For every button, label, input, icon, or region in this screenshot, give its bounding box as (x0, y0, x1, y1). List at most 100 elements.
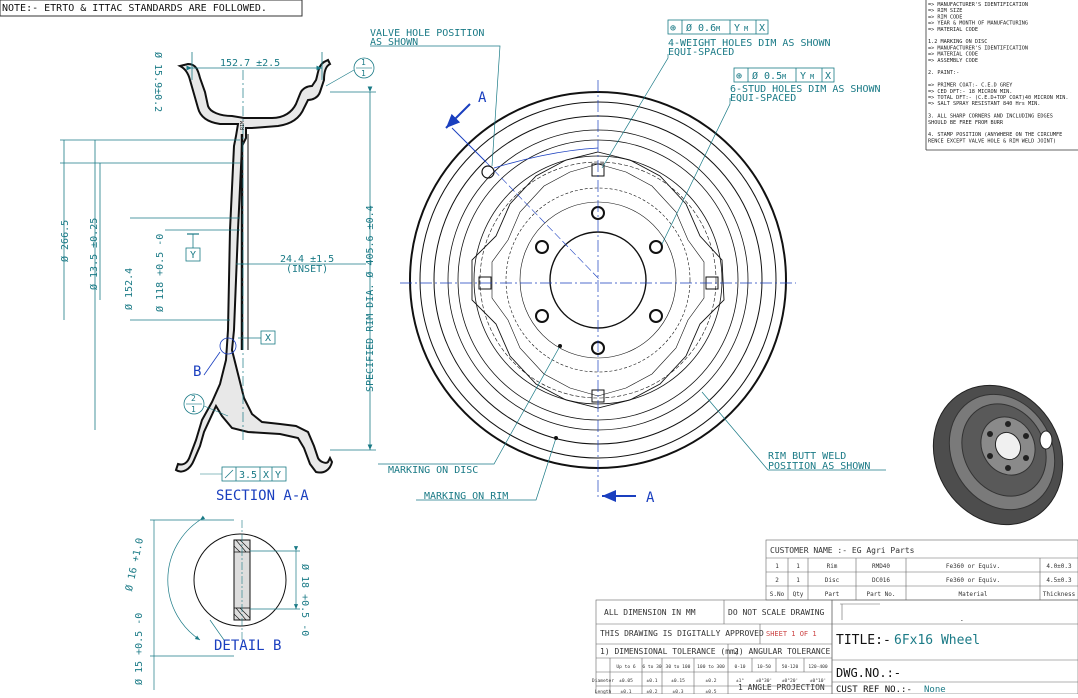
note-box: NOTE:- ETRTO & ITTAC STANDARDS ARE FOLLO… (0, 0, 303, 17)
note-line: => ASSEMBLY CODE (928, 58, 978, 64)
cust-ref-prefix: CUST REF NO.:- (836, 685, 912, 694)
svg-text:Ø 0.5: Ø 0.5 (752, 70, 782, 82)
tol-diameter-cell: ±0.05 (619, 678, 633, 684)
detail-d18: Ø 18 +0.5 -0 (299, 564, 311, 636)
note-line: 3. ALL SHARP CORNERS AND INCLUDING EDGES (928, 114, 1053, 120)
dwg-no: DWG.NO.:- (836, 666, 901, 680)
tol-diameter-cell: ±0.15 (671, 678, 685, 684)
section-label: SECTION A-A (216, 488, 309, 504)
bom-header-cell: Part (825, 591, 840, 598)
weight-holes-line2: EQUI-SPACED (668, 47, 734, 58)
d118-dim: Ø 118 +0.5 -0 (154, 234, 166, 312)
bom-cell: DC016 (872, 577, 890, 584)
note-line: => YEAR & MONTH OF MANUFACTURING (928, 21, 1028, 27)
note-line: => MATERIAL CODE (928, 52, 978, 58)
d13-dim: Ø 13.5 ±0.25 (88, 218, 100, 290)
bom-header-cell: Material (959, 591, 988, 598)
all-dimension: ALL DIMENSION IN MM (604, 608, 696, 617)
note-line: RENCE EXCEPT VALVE HOLE & RIM WELD JOINT… (928, 138, 1056, 144)
bom-cell: 4.0±0.3 (1046, 563, 1072, 570)
svg-text:Y: Y (734, 23, 740, 34)
bom-cell: 1 (775, 563, 779, 570)
tol-length-cell: ±0.2 (646, 689, 657, 694)
tol-diameter-cell: Diameter (592, 678, 614, 684)
tol-length-cell: ±0.3 (672, 689, 683, 694)
valve-hole (481, 165, 495, 179)
projection: 1 ANGLE PROJECTION (738, 683, 825, 692)
tol-length-cell: ±0.1 (620, 689, 631, 694)
svg-text:X: X (265, 333, 271, 344)
stud-holes-line2: EQUI-SPACED (730, 93, 796, 104)
title-dash: - (960, 617, 964, 624)
cust-ref-value: None (924, 685, 946, 694)
bom-header-cell: S.No (770, 591, 785, 598)
tol-header-cell: 100 to 300 (697, 664, 725, 670)
svg-text:X: X (825, 71, 831, 82)
bom-cell: 1 (796, 577, 800, 584)
tol-diameter-cell: ±0.2 (705, 678, 716, 684)
digital-approval: THIS DRAWING IS DIGITALLY APPROVED (600, 629, 764, 638)
front-leaders (370, 45, 886, 501)
svg-text:⊕: ⊕ (736, 71, 742, 82)
svg-text:M: M (782, 73, 786, 81)
tol-header-cell: 10-50 (757, 664, 771, 670)
datum-x: X (238, 330, 276, 345)
note-line: => TOTAL DFT:- (C.E.D+TOP COAT)40 MICRON… (928, 95, 1069, 101)
note-line: 4. STAMP POSITION (ANYWHERE ON THE CIRCU… (928, 132, 1062, 138)
drawing-svg: NOTE:- ETRTO & ITTAC STANDARDS ARE FOLLO… (0, 0, 1078, 695)
bom-cell: Fe360 or Equiv. (946, 563, 1000, 570)
ang-tolerance: 2) ANGULAR TOLERANCE (734, 647, 831, 656)
front-view: A A VALVE HOLE POSITION AS SHOWN ⊕ Ø 0.6 (370, 19, 886, 506)
weight-holes-fcf: ⊕ Ø 0.6 M Y M X (667, 19, 769, 35)
svg-text:X: X (759, 23, 765, 34)
rim-tag: RIM (240, 121, 246, 130)
tol-header-cell: 120-400 (808, 664, 828, 670)
tol-header-cell: 6 to 30 (642, 664, 662, 670)
svg-text:M: M (810, 73, 814, 81)
tol-diameter-cell: ±0.1 (646, 678, 657, 684)
detail-b-label: DETAIL B (214, 638, 281, 654)
rim-dia-dim: SPECIFIED RIM DIA. Ø 405.6 ±0.4 (364, 205, 376, 392)
svg-text:M: M (744, 25, 748, 33)
customer-name: CUSTOMER NAME :- EG Agri Parts (770, 546, 915, 555)
marking-on-disc: MARKING ON DISC (388, 465, 478, 476)
svg-text:1: 1 (361, 69, 366, 78)
note-line: 2. PAINT:- (928, 70, 959, 76)
marking-on-rim: MARKING ON RIM (424, 491, 508, 502)
rim-butt-line2: POSITION AS SHOWN (768, 461, 870, 472)
detail-b-view: Ø 18 +0.5 -0 Ø 16 +1.0 Ø 15 +0.5 -0 DETA… (123, 515, 311, 690)
bom-cell: RMD40 (872, 563, 890, 570)
tol-length-cell: ±0.5 (705, 689, 716, 694)
tol-header-cell: 30 to 100 (666, 664, 691, 670)
flange-dim: Ø 15.9±0.2 (152, 52, 164, 112)
note-line: => PRIMER COAT:- C.E.D GREY (928, 83, 1013, 89)
do-not-scale: DO NOT SCALE DRAWING (728, 608, 825, 617)
bom-header-cell: Thickness (1043, 591, 1076, 598)
svg-text:M: M (716, 25, 720, 33)
note-line: SHOULD BE FREE FROM BURR (928, 120, 1004, 126)
note-text: NOTE:- ETRTO & ITTAC STANDARDS ARE FOLLO… (2, 3, 267, 14)
svg-text:Y: Y (275, 470, 281, 481)
section-arrow-a-top: A (478, 90, 487, 106)
bom-header-cell: Qty (793, 591, 804, 598)
note-line: => MANUFACTURER'S IDENTIFICATION (928, 2, 1028, 8)
tol-length-cell: Length (595, 689, 612, 694)
bom-cell: 2 (775, 577, 779, 584)
drawing-title: 6Fx16 Wheel (894, 633, 980, 648)
d266-dim: Ø 266.5 (59, 220, 71, 262)
svg-text:X: X (263, 470, 269, 481)
svg-text:1: 1 (361, 58, 366, 67)
note-line: => RIM SIZE (928, 8, 962, 14)
width-dim: 152.7 ±2.5 (220, 58, 280, 69)
balloon-1: 1 1 (325, 57, 375, 87)
stud-holes (535, 206, 663, 355)
detail-b-marker: B (193, 364, 201, 380)
svg-text:⊕: ⊕ (670, 23, 676, 34)
note-line: => CED DFT:- 18 MICRON MIN. (928, 89, 1012, 95)
title-prefix: TITLE:- (836, 633, 891, 648)
tol-header-cell: 0-10 (734, 664, 745, 670)
detail-d16: Ø 16 +1.0 (123, 537, 146, 592)
drawing-sheet: NOTE:- ETRTO & ITTAC STANDARDS ARE FOLLO… (0, 0, 1078, 695)
bom-header-cell: Part No. (867, 591, 896, 598)
bom-cell: 1 (796, 563, 800, 570)
